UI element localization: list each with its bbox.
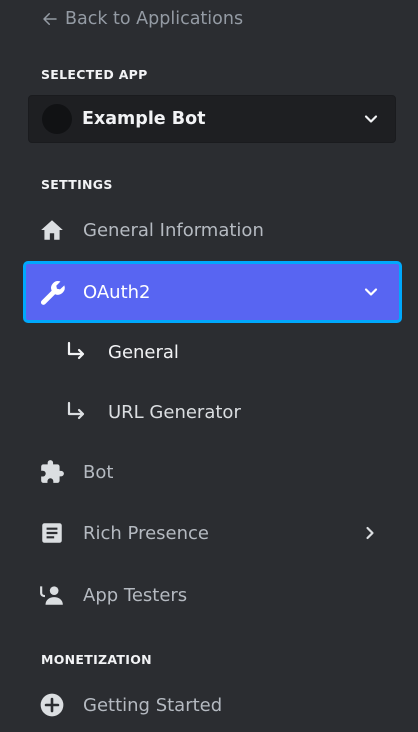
document-icon [39,520,65,546]
sidebar-item-oauth2[interactable]: OAuth2 [23,261,402,323]
sidebar-subitem-label: URL Generator [108,401,241,423]
sidebar-item-bot[interactable]: Bot [36,450,396,494]
chevron-down-icon [364,115,378,123]
sidebar-subitem-general[interactable]: General [64,332,364,372]
back-to-applications-link[interactable]: Back to Applications [41,9,243,29]
sidebar-item-general-information[interactable]: General Information [36,208,396,252]
sidebar-item-label: General Information [83,219,264,241]
sidebar-item-rich-presence[interactable]: Rich Presence [36,511,396,555]
chevron-down-icon [364,288,378,296]
return-arrow-icon [67,341,85,360]
sidebar-item-label: OAuth2 [83,281,151,303]
arrow-left-icon [43,13,57,25]
wrench-icon [40,281,65,305]
puzzle-icon [39,459,65,485]
sidebar-item-label: App Testers [83,584,188,606]
app-name: Example Bot [82,109,206,129]
app-selector-dropdown[interactable]: Example Bot [28,95,396,143]
home-icon [39,217,65,243]
back-link-label: Back to Applications [65,9,244,29]
return-arrow-icon [67,401,85,420]
plus-circle-icon [39,692,65,718]
sidebar-item-getting-started[interactable]: Getting Started [36,683,396,727]
sidebar-item-label: Rich Presence [83,522,209,544]
user-icon [39,582,65,608]
chevron-right-icon [366,526,374,540]
sidebar-subitem-url-generator[interactable]: URL Generator [64,392,364,432]
sidebar-item-label: Bot [83,461,114,483]
sidebar-item-app-testers[interactable]: App Testers [36,573,396,617]
settings-section-label: SETTINGS [41,177,113,192]
sidebar-item-label: Getting Started [83,694,223,716]
monetization-section-label: MONETIZATION [41,652,152,667]
selected-app-section-label: SELECTED APP [41,67,148,82]
app-avatar [42,104,72,134]
sidebar-subitem-label: General [108,341,179,363]
